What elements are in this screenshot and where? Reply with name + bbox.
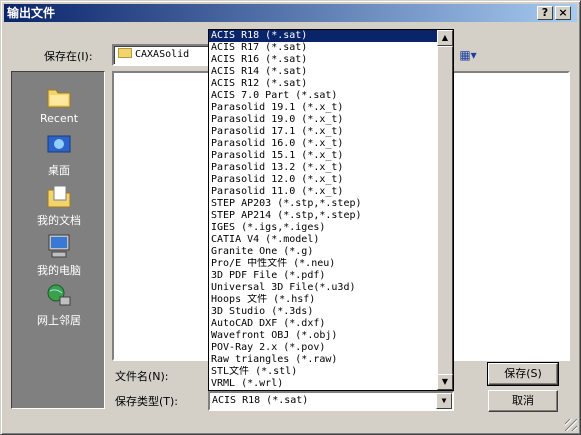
help-button[interactable]: ? <box>537 6 553 20</box>
filetype-option[interactable]: Parasolid 17.1 (*.x_t) <box>209 126 438 138</box>
look-in-value: CAXASolid <box>135 49 190 60</box>
filetype-label: 保存类型(T): <box>115 395 179 408</box>
place-network[interactable]: 网上邻居 <box>12 282 106 328</box>
filetype-option[interactable]: ACIS 7.0 Part (*.sat) <box>209 90 438 102</box>
place-label: 桌面 <box>48 164 70 177</box>
network-icon <box>47 284 71 306</box>
title-bar[interactable]: 输出文件 ? × <box>4 4 577 22</box>
filetype-option[interactable]: Parasolid 12.0 (*.x_t) <box>209 174 438 186</box>
place-desktop[interactable]: 桌面 <box>12 132 106 178</box>
filetype-option[interactable]: STL文件 (*.stl) <box>209 366 438 378</box>
place-my-computer[interactable]: 我的电脑 <box>12 232 106 278</box>
filetype-option[interactable]: Parasolid 13.2 (*.x_t) <box>209 162 438 174</box>
filetype-options: ACIS R18 (*.sat) ACIS R17 (*.sat) ACIS R16… <box>209 30 438 390</box>
my-computer-icon <box>48 234 70 258</box>
filetype-option[interactable]: Pro/E 中性文件 (*.neu) <box>209 258 438 270</box>
filetype-option[interactable]: Wavefront OBJ (*.obj) <box>209 330 438 342</box>
cancel-button[interactable]: 取消 <box>488 390 558 412</box>
filetype-option[interactable]: ACIS R17 (*.sat) <box>209 42 438 54</box>
scroll-up-icon[interactable]: ▲ <box>437 30 453 46</box>
place-my-documents[interactable]: 我的文档 <box>12 182 106 228</box>
filetype-option[interactable]: AutoCAD DXF (*.dxf) <box>209 318 438 330</box>
filetype-option[interactable]: Raw triangles (*.raw) <box>209 354 438 366</box>
recent-icon <box>47 89 71 108</box>
filetype-option[interactable]: POV-Ray 2.x (*.pov) <box>209 342 438 354</box>
filetype-select[interactable]: ACIS R18 (*.sat) ▼ <box>208 391 454 411</box>
filetype-option[interactable]: STEP AP203 (*.stp,*.step) <box>209 198 438 210</box>
filetype-option[interactable]: Hoops 文件 (*.hsf) <box>209 294 438 306</box>
scroll-thumb[interactable] <box>437 46 453 376</box>
place-label: 网上邻居 <box>37 314 81 327</box>
filetype-value: ACIS R18 (*.sat) <box>212 395 309 406</box>
dialog-title: 输出文件 <box>7 6 56 20</box>
filetype-option[interactable]: ACIS R14 (*.sat) <box>209 66 438 78</box>
save-button[interactable]: 保存(S) <box>487 362 559 386</box>
filetype-option[interactable]: VRML (*.wrl) <box>209 378 438 390</box>
filetype-option[interactable]: Parasolid 11.0 (*.x_t) <box>209 186 438 198</box>
look-in-combo[interactable]: CAXASolid <box>112 44 212 66</box>
place-label: Recent <box>39 112 79 125</box>
filetype-option[interactable]: Granite One (*.g) <box>209 246 438 258</box>
view-menu-icon[interactable]: ▦▾ <box>457 46 479 64</box>
save-dialog: 输出文件 ? × 保存在(I): CAXASolid ▦▾ Recent 桌面 <box>0 0 581 435</box>
close-button[interactable]: × <box>555 6 571 20</box>
filetype-option[interactable]: ACIS R16 (*.sat) <box>209 54 438 66</box>
place-label: 我的文档 <box>37 214 81 227</box>
look-in-label: 保存在(I): <box>44 50 93 63</box>
place-recent[interactable]: Recent <box>12 82 106 125</box>
filetype-option[interactable]: 3D PDF File (*.pdf) <box>209 270 438 282</box>
filetype-option[interactable]: 3D Studio (*.3ds) <box>209 306 438 318</box>
dropdown-scrollbar[interactable]: ▲ ▼ <box>437 30 453 390</box>
folder-icon <box>118 48 132 58</box>
filetype-option[interactable]: Universal 3D File(*.u3d) <box>209 282 438 294</box>
filetype-option[interactable]: Parasolid 19.1 (*.x_t) <box>209 102 438 114</box>
filetype-option[interactable]: STEP AP214 (*.stp,*.step) <box>209 210 438 222</box>
place-label: 我的电脑 <box>37 264 81 277</box>
filetype-option[interactable]: Parasolid 16.0 (*.x_t) <box>209 138 438 150</box>
scroll-down-icon[interactable]: ▼ <box>437 374 453 390</box>
chevron-down-icon[interactable]: ▼ <box>436 393 452 409</box>
filetype-option[interactable]: ACIS R18 (*.sat) <box>209 30 438 42</box>
filename-label: 文件名(N): <box>115 370 169 383</box>
filetype-dropdown-list: ACIS R18 (*.sat) ACIS R17 (*.sat) ACIS R16… <box>208 29 454 391</box>
filetype-option[interactable]: Parasolid 15.1 (*.x_t) <box>209 150 438 162</box>
resize-grip-icon[interactable] <box>565 419 577 431</box>
filetype-option[interactable]: CATIA V4 (*.model) <box>209 234 438 246</box>
desktop-icon <box>47 135 71 156</box>
filetype-option[interactable]: IGES (*.igs,*.iges) <box>209 222 438 234</box>
my-documents-icon <box>47 185 71 208</box>
filetype-option[interactable]: Parasolid 19.0 (*.x_t) <box>209 114 438 126</box>
filetype-option[interactable]: ACIS R12 (*.sat) <box>209 78 438 90</box>
places-bar: Recent 桌面 我的文档 我的电脑 网上邻居 <box>11 71 105 409</box>
